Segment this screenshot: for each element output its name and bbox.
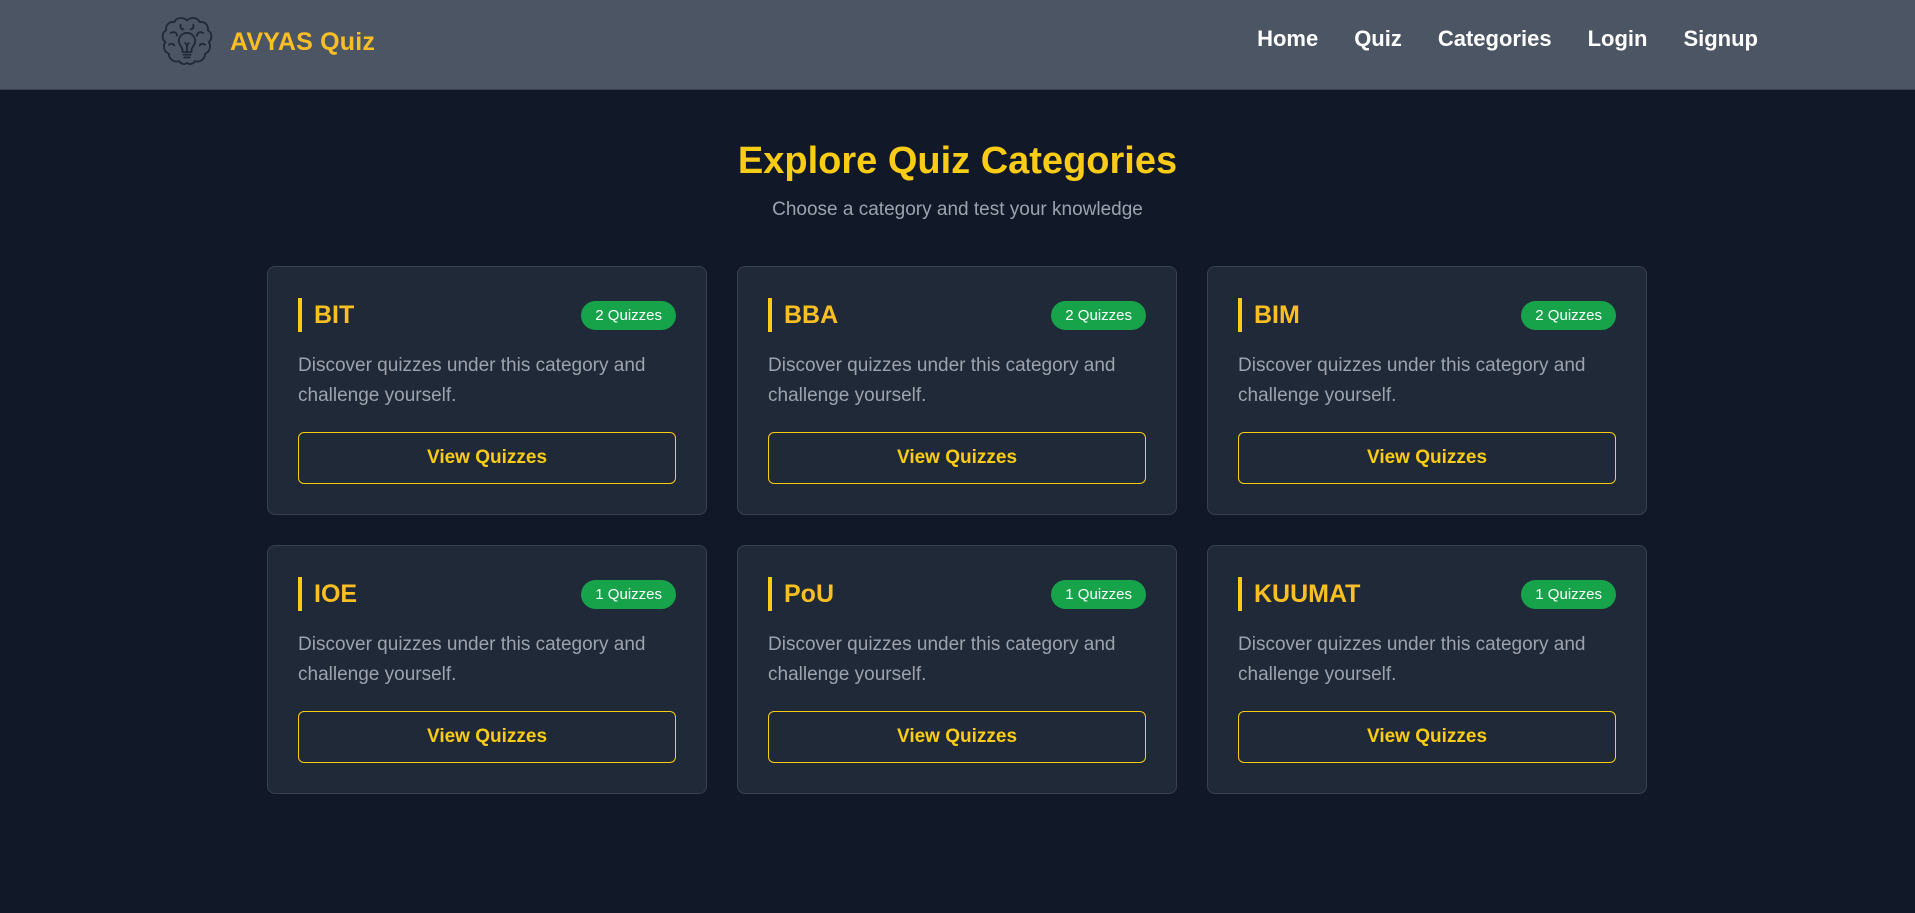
category-card-pou: PoU 1 Quizzes Discover quizzes under thi… xyxy=(737,545,1177,794)
quiz-count-badge: 1 Quizzes xyxy=(1521,579,1616,609)
view-quizzes-button[interactable]: View Quizzes xyxy=(298,711,676,763)
view-quizzes-button[interactable]: View Quizzes xyxy=(768,711,1146,763)
category-card-bba: BBA 2 Quizzes Discover quizzes under thi… xyxy=(737,266,1177,515)
page-subtitle: Choose a category and test your knowledg… xyxy=(772,199,1143,220)
quiz-count-badge: 1 Quizzes xyxy=(581,579,676,609)
view-quizzes-button[interactable]: View Quizzes xyxy=(1238,711,1616,763)
brand[interactable]: AVYAS Quiz xyxy=(158,12,375,72)
quiz-count-badge: 2 Quizzes xyxy=(581,300,676,330)
category-description: Discover quizzes under this category and… xyxy=(768,355,1116,406)
quiz-count-badge: 2 Quizzes xyxy=(1521,300,1616,330)
nav-link-signup[interactable]: Signup xyxy=(1683,26,1758,52)
view-quizzes-button[interactable]: View Quizzes xyxy=(298,432,676,484)
category-description: Discover quizzes under this category and… xyxy=(298,634,646,685)
category-title: PoU xyxy=(784,579,834,608)
card-title-accent: BIT xyxy=(298,298,354,332)
category-card-kuumat: KUUMAT 1 Quizzes Discover quizzes under … xyxy=(1207,545,1647,794)
card-header: IOE 1 Quizzes xyxy=(298,576,676,612)
nav-link-home[interactable]: Home xyxy=(1257,26,1318,52)
category-card-bim: BIM 2 Quizzes Discover quizzes under thi… xyxy=(1207,266,1647,515)
brain-lightbulb-icon xyxy=(161,17,213,65)
card-header: BIT 2 Quizzes xyxy=(298,297,676,333)
card-header: BIM 2 Quizzes xyxy=(1238,297,1616,333)
category-title: KUUMAT xyxy=(1254,579,1361,608)
brand-name: AVYAS Quiz xyxy=(230,27,376,56)
category-description: Discover quizzes under this category and… xyxy=(768,634,1116,685)
category-title: BIT xyxy=(314,300,355,329)
view-quizzes-button[interactable]: View Quizzes xyxy=(768,432,1146,484)
card-title-accent: BBA xyxy=(768,298,838,332)
quiz-count-badge: 1 Quizzes xyxy=(1051,579,1146,609)
card-header: KUUMAT 1 Quizzes xyxy=(1238,576,1616,612)
card-header: PoU 1 Quizzes xyxy=(768,576,1146,612)
category-description: Discover quizzes under this category and… xyxy=(1238,355,1586,406)
category-title: BIM xyxy=(1254,300,1300,329)
top-navbar: AVYAS Quiz Home Quiz Categories Login Si… xyxy=(0,0,1915,90)
quiz-count-badge: 2 Quizzes xyxy=(1051,300,1146,330)
category-description: Discover quizzes under this category and… xyxy=(298,355,646,406)
category-description: Discover quizzes under this category and… xyxy=(1238,634,1586,685)
card-title-accent: PoU xyxy=(768,577,834,611)
page-title: Explore Quiz Categories xyxy=(737,140,1178,182)
main-nav: Home Quiz Categories Login Signup xyxy=(1257,26,1758,52)
category-card-bit: BIT 2 Quizzes Discover quizzes under thi… xyxy=(267,266,707,515)
category-title: BBA xyxy=(784,300,839,329)
card-title-accent: IOE xyxy=(298,577,357,611)
card-header: BBA 2 Quizzes xyxy=(768,297,1146,333)
nav-link-login[interactable]: Login xyxy=(1588,26,1648,52)
card-title-accent: BIM xyxy=(1238,298,1300,332)
category-title: IOE xyxy=(314,579,358,608)
nav-link-quiz[interactable]: Quiz xyxy=(1354,26,1402,52)
card-title-accent: KUUMAT xyxy=(1238,577,1360,611)
category-card-ioe: IOE 1 Quizzes Discover quizzes under thi… xyxy=(267,545,707,794)
view-quizzes-button[interactable]: View Quizzes xyxy=(1238,432,1616,484)
nav-link-categories[interactable]: Categories xyxy=(1438,26,1552,52)
category-grid: BIT 2 Quizzes Discover quizzes under thi… xyxy=(267,266,1648,794)
